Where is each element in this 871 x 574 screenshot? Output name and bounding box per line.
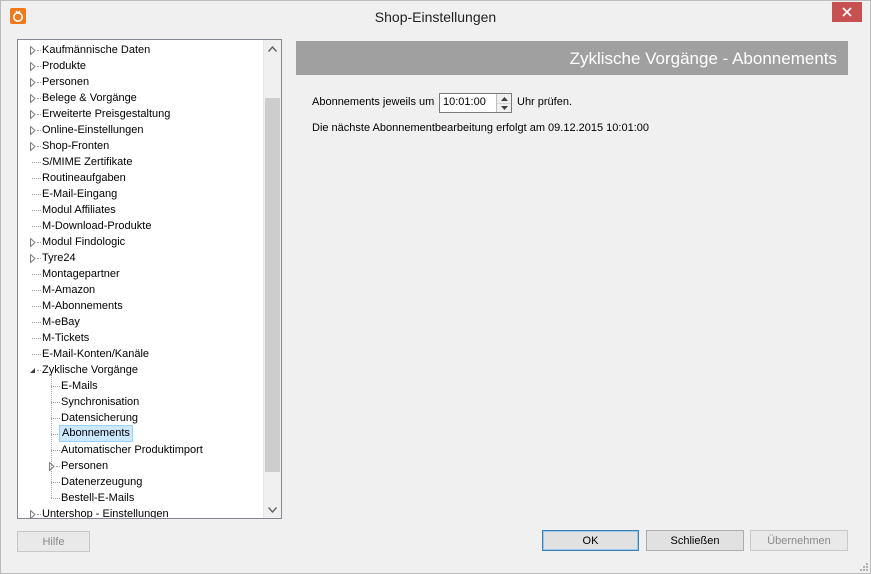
tree-item[interactable]: Tyre24: [18, 250, 263, 266]
tree-item[interactable]: S/MIME Zertifikate: [18, 154, 263, 170]
help-button[interactable]: Hilfe: [17, 531, 90, 552]
scroll-thumb[interactable]: [265, 98, 280, 472]
tree-item-label[interactable]: Erweiterte Preisgestaltung: [40, 106, 172, 122]
tree-item-label[interactable]: Personen: [40, 74, 91, 90]
tree-item[interactable]: Synchronisation: [18, 394, 263, 410]
title-bar: Shop-Einstellungen: [1, 1, 870, 31]
tree-item-label[interactable]: Datensicherung: [59, 410, 140, 426]
tree-item-label[interactable]: Synchronisation: [59, 394, 141, 410]
tree-item-label[interactable]: M-eBay: [40, 314, 82, 330]
tree-item[interactable]: Kaufmännische Daten: [18, 42, 263, 58]
tree-item[interactable]: Automatischer Produktimport: [18, 442, 263, 458]
tree-item[interactable]: M-Tickets: [18, 330, 263, 346]
tree-item-label[interactable]: Modul Findologic: [40, 234, 127, 250]
apply-button[interactable]: Übernehmen: [750, 530, 848, 551]
tree-item-label[interactable]: Tyre24: [40, 250, 78, 266]
tree-item[interactable]: M-Abonnements: [18, 298, 263, 314]
tree-item[interactable]: E-Mails: [18, 378, 263, 394]
tree-item[interactable]: Modul Affiliates: [18, 202, 263, 218]
collapsed-arrow-icon[interactable]: [28, 90, 37, 106]
collapsed-arrow-icon[interactable]: [28, 138, 37, 154]
collapsed-arrow-icon[interactable]: [28, 234, 37, 250]
tree-item-label[interactable]: E-Mail-Eingang: [40, 186, 119, 202]
tree-item-label[interactable]: E-Mails: [59, 378, 100, 394]
tree-item[interactable]: M-Amazon: [18, 282, 263, 298]
resize-grip-icon[interactable]: [858, 561, 868, 571]
spin-up-icon: [500, 96, 508, 101]
tree-item-label[interactable]: Produkte: [40, 58, 88, 74]
tree-item-label[interactable]: Zyklische Vorgänge: [40, 362, 140, 378]
tree-item-label-selected[interactable]: Abonnements: [59, 425, 133, 442]
ok-button[interactable]: OK: [542, 530, 639, 551]
tree-item[interactable]: Produkte: [18, 58, 263, 74]
next-run-info: Die nächste Abonnementbearbeitung erfolg…: [312, 122, 649, 134]
collapsed-arrow-icon[interactable]: [28, 506, 37, 518]
tree-item[interactable]: Shop-Fronten: [18, 138, 263, 154]
collapsed-arrow-icon[interactable]: [28, 122, 37, 138]
check-time-input[interactable]: 10:01:00: [439, 93, 512, 113]
tree-item[interactable]: Belege & Vorgänge: [18, 90, 263, 106]
tree-item-label[interactable]: Untershop - Einstellungen: [40, 506, 171, 518]
tree-item[interactable]: Personen: [18, 74, 263, 90]
tree-item[interactable]: Datensicherung: [18, 410, 263, 426]
tree-branch-line: [51, 374, 52, 498]
tree-item-label[interactable]: Kaufmännische Daten: [40, 42, 152, 58]
tree-item[interactable]: Routineaufgaben: [18, 170, 263, 186]
tree-item[interactable]: Personen: [18, 458, 263, 474]
tree-item-label[interactable]: E-Mail-Konten/Kanäle: [40, 346, 151, 362]
tree-item-label[interactable]: Modul Affiliates: [40, 202, 118, 218]
tree-item[interactable]: Montagepartner: [18, 266, 263, 282]
chevron-down-icon: [268, 506, 277, 513]
chevron-up-icon: [268, 45, 277, 52]
tree-item-label[interactable]: M-Abonnements: [40, 298, 125, 314]
tree-item[interactable]: Online-Einstellungen: [18, 122, 263, 138]
tree-item-label[interactable]: S/MIME Zertifikate: [40, 154, 134, 170]
tree-item[interactable]: Untershop - Einstellungen: [18, 506, 263, 518]
tree-item-label[interactable]: Automatischer Produktimport: [59, 442, 205, 458]
scroll-up-button[interactable]: [264, 40, 281, 57]
collapsed-arrow-icon[interactable]: [28, 58, 37, 74]
collapsed-arrow-icon[interactable]: [28, 42, 37, 58]
tree-item[interactable]: M-Download-Produkte: [18, 218, 263, 234]
tree-item-label[interactable]: Datenerzeugung: [59, 474, 144, 490]
tree-item[interactable]: Abonnements: [18, 425, 263, 442]
close-window-button[interactable]: [832, 2, 862, 22]
panel-title: Zyklische Vorgänge - Abonnements: [569, 49, 837, 68]
tree-item-label[interactable]: M-Tickets: [40, 330, 91, 346]
scroll-down-button[interactable]: [264, 501, 281, 518]
time-spinner[interactable]: [496, 94, 511, 112]
check-time-suffix: Uhr prüfen.: [517, 96, 573, 108]
tree-item-label[interactable]: Personen: [59, 458, 110, 474]
tree-item[interactable]: E-Mail-Konten/Kanäle: [18, 346, 263, 362]
close-icon: [842, 7, 852, 17]
spin-down-icon: [500, 105, 508, 110]
close-button[interactable]: Schließen: [646, 530, 744, 551]
collapsed-arrow-icon[interactable]: [28, 106, 37, 122]
tree-item[interactable]: Bestell-E-Mails: [18, 490, 263, 506]
tree-item[interactable]: M-eBay: [18, 314, 263, 330]
tree-item[interactable]: E-Mail-Eingang: [18, 186, 263, 202]
settings-tree[interactable]: Kaufmännische Daten Produkte Personen Beleg…: [17, 39, 282, 519]
tree-item-label[interactable]: Routineaufgaben: [40, 170, 128, 186]
tree-item-label[interactable]: Montagepartner: [40, 266, 122, 282]
window-title: Shop-Einstellungen: [374, 9, 497, 25]
tree-item-label[interactable]: Online-Einstellungen: [40, 122, 146, 138]
tree-scrollbar[interactable]: [263, 40, 281, 518]
collapsed-arrow-icon[interactable]: [28, 74, 37, 90]
tree-item-label[interactable]: Shop-Fronten: [40, 138, 111, 154]
tree-item-label[interactable]: M-Amazon: [40, 282, 97, 298]
tree-item[interactable]: Datenerzeugung: [18, 474, 263, 490]
collapsed-arrow-icon[interactable]: [28, 250, 37, 266]
spin-down-button[interactable]: [497, 103, 511, 112]
tree-item-label[interactable]: M-Download-Produkte: [40, 218, 153, 234]
tree-item-label[interactable]: Belege & Vorgänge: [40, 90, 139, 106]
tree-item-label[interactable]: Bestell-E-Mails: [59, 490, 136, 506]
expanded-arrow-icon[interactable]: [28, 362, 37, 378]
check-time-label: Abonnements jeweils um: [312, 96, 435, 108]
tree-item[interactable]: Erweiterte Preisgestaltung: [18, 106, 263, 122]
tree-item[interactable]: Modul Findologic: [18, 234, 263, 250]
tree-item[interactable]: Zyklische Vorgänge: [18, 362, 263, 378]
panel-header: Zyklische Vorgänge - Abonnements: [296, 41, 848, 75]
check-time-value[interactable]: 10:01:00: [443, 96, 486, 108]
